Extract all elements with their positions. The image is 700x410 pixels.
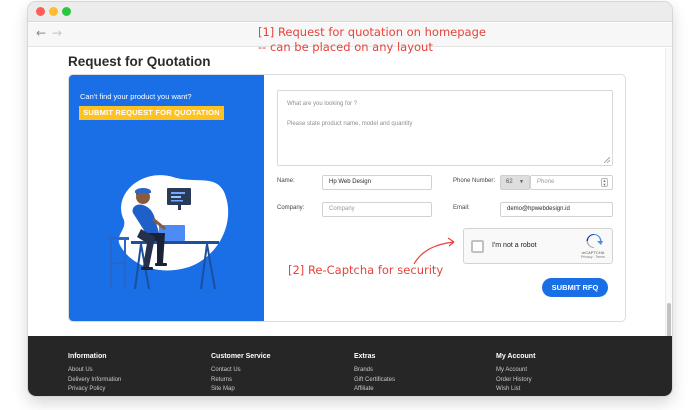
submit-rfq-button[interactable]: SUBMIT RFQ	[542, 278, 608, 297]
footer-link[interactable]: Contact Us	[211, 366, 271, 376]
chevron-down-icon: ▼	[519, 179, 524, 185]
annotation-note-1-line2: -- can be placed on any layout	[258, 40, 433, 54]
recaptcha-widget: I'm not a robot reCAPTCHA Privacy - Term…	[463, 228, 613, 264]
number-stepper-icon[interactable]: ▲ ▼	[601, 178, 608, 187]
footer-link[interactable]: Returns	[211, 376, 271, 386]
browser-window: ← → Request for Quotation Can't find you…	[28, 2, 672, 396]
name-label: Name:	[277, 178, 295, 184]
annotation-arrow-icon	[413, 237, 455, 265]
footer-link[interactable]: Wish List	[496, 385, 535, 395]
footer-link[interactable]: Order History	[496, 376, 535, 386]
company-field[interactable]: Company	[322, 202, 432, 217]
recaptcha-privacy-terms[interactable]: Privacy - Terms	[572, 255, 614, 259]
email-field[interactable]: demo@hpwebdesign.id	[500, 202, 613, 217]
phone-field[interactable]: Phone ▲ ▼	[530, 175, 613, 190]
window-titlebar	[28, 2, 672, 22]
rfq-form: What are you looking for ? Please state …	[264, 75, 625, 321]
footer-column-my-account: My Account My Account Order History Wish…	[496, 353, 535, 395]
phone-placeholder: Phone	[537, 179, 555, 185]
footer-link[interactable]: Affiliate	[354, 385, 395, 395]
company-label: Company:	[277, 205, 305, 211]
recaptcha-logo-icon	[586, 234, 603, 248]
footer-column-information: Information About Us Delivery Informatio…	[68, 353, 121, 395]
minimize-window-button[interactable]	[49, 7, 58, 16]
maximize-window-button[interactable]	[62, 7, 71, 16]
country-code-select[interactable]: 62 ▼	[500, 175, 530, 190]
annotation-note-1-line1: [1] Request for quotation on homepage	[258, 25, 486, 39]
submit-request-button[interactable]: SUBMIT REQUEST FOR QUOTATION	[79, 106, 224, 120]
resize-grip-icon[interactable]	[604, 157, 610, 163]
email-label: Email:	[453, 205, 470, 211]
country-code-value: 62	[506, 179, 513, 185]
footer-column-extras: Extras Brands Gift Certificates Affiliat…	[354, 353, 395, 395]
footer-link[interactable]: Site Map	[211, 385, 271, 395]
product-request-textarea[interactable]: What are you looking for ? Please state …	[277, 90, 613, 166]
recaptcha-label: I'm not a robot	[492, 242, 537, 249]
forward-arrow-icon[interactable]: →	[52, 26, 62, 40]
textarea-placeholder-line1: What are you looking for ?	[287, 101, 358, 107]
phone-label: Phone Number:	[453, 178, 496, 184]
footer-heading: Information	[68, 353, 107, 360]
footer-link[interactable]: Brands	[354, 366, 395, 376]
person-at-desk-illustration	[107, 175, 229, 290]
footer-link[interactable]: About Us	[68, 366, 121, 376]
footer-link[interactable]: Privacy Policy	[68, 385, 121, 395]
rfq-promo-panel: Can't find your product you want? SUBMIT…	[69, 75, 264, 321]
footer-link[interactable]: My Account	[496, 366, 535, 376]
footer-heading: Extras	[354, 353, 376, 360]
footer-link[interactable]: Gift Certificates	[354, 376, 395, 386]
page-title: Request for Quotation	[68, 54, 211, 69]
footer-link[interactable]: Delivery Information	[68, 376, 121, 386]
footer-column-customer-service: Customer Service Contact Us Returns Site…	[211, 353, 271, 395]
close-window-button[interactable]	[36, 7, 45, 16]
textarea-placeholder-line2: Please state product name, model and qua…	[287, 121, 413, 127]
name-field[interactable]: Hp Web Design	[322, 175, 432, 190]
rfq-card: Can't find your product you want? SUBMIT…	[68, 74, 626, 322]
site-footer: Information About Us Delivery Informatio…	[28, 336, 672, 396]
page-scrollbar[interactable]	[665, 48, 672, 381]
illustration-desk	[131, 241, 219, 244]
footer-heading: My Account	[496, 353, 536, 360]
back-arrow-icon[interactable]: ←	[36, 26, 46, 40]
recaptcha-checkbox[interactable]	[471, 240, 484, 253]
footer-heading: Customer Service	[211, 353, 271, 360]
rfq-prompt-text: Can't find your product you want?	[80, 92, 192, 101]
